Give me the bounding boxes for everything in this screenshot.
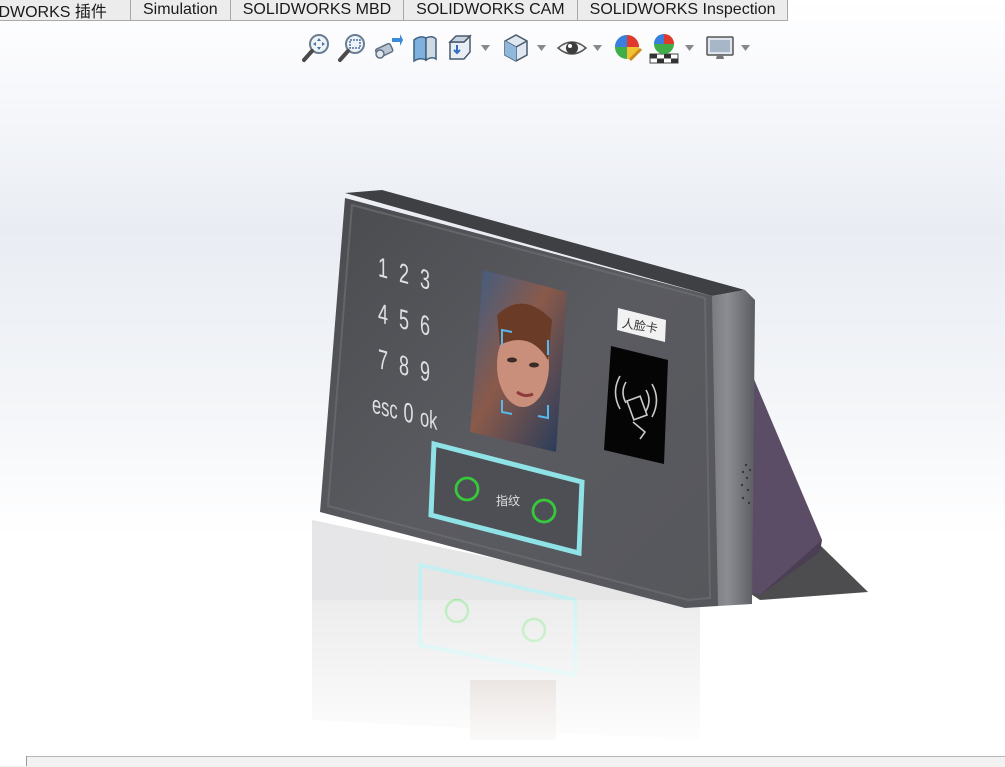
display-style-button[interactable] xyxy=(498,30,534,66)
tab-simulation[interactable]: Simulation xyxy=(131,0,231,21)
key-4[interactable]: 4 xyxy=(378,297,388,330)
hide-show-items-dropdown[interactable] xyxy=(590,30,604,66)
key-0[interactable]: 0 xyxy=(404,396,414,429)
key-2[interactable]: 2 xyxy=(399,257,409,290)
edit-appearance-button[interactable] xyxy=(610,30,646,66)
key-1[interactable]: 1 xyxy=(378,251,388,284)
heads-up-view-toolbar xyxy=(298,28,758,68)
model-render: 1 2 3 4 5 6 7 8 9 esc 0 ok 人脸卡 指纹 xyxy=(300,190,868,756)
display-style-icon xyxy=(504,34,528,62)
graphics-area[interactable]: 1 2 3 4 5 6 7 8 9 esc 0 ok 人脸卡 指纹 xyxy=(0,70,1005,756)
view-orientation-button[interactable] xyxy=(442,30,478,66)
bottom-status-bar xyxy=(0,756,1005,767)
zoom-to-fit-icon xyxy=(302,34,329,62)
key-5[interactable]: 5 xyxy=(399,303,409,336)
bottom-model-tab[interactable] xyxy=(0,756,27,766)
tab-addins[interactable]: IDWORKS 插件 xyxy=(0,0,131,21)
previous-view-button[interactable] xyxy=(370,30,406,66)
zoom-to-area-button[interactable] xyxy=(334,30,370,66)
view-settings-dropdown[interactable] xyxy=(738,30,752,66)
key-6[interactable]: 6 xyxy=(420,309,430,342)
chevron-down-icon xyxy=(592,45,602,51)
display-style-dropdown[interactable] xyxy=(534,30,548,66)
command-manager-tabs: IDWORKS 插件 Simulation SOLIDWORKS MBD SOL… xyxy=(0,0,789,22)
key-7[interactable]: 7 xyxy=(378,343,388,376)
chevron-down-icon xyxy=(740,45,750,51)
tab-solidworks-inspection[interactable]: SOLIDWORKS Inspection xyxy=(577,0,789,21)
tab-solidworks-cam[interactable]: SOLIDWORKS CAM xyxy=(404,0,578,21)
hide-show-items-button[interactable] xyxy=(554,30,590,66)
zoom-to-area-icon xyxy=(338,34,365,62)
key-3[interactable]: 3 xyxy=(420,263,430,296)
card-reader xyxy=(604,346,668,464)
key-8[interactable]: 8 xyxy=(399,349,409,382)
chevron-down-icon xyxy=(684,45,694,51)
key-9[interactable]: 9 xyxy=(420,355,430,388)
view-settings-button[interactable] xyxy=(702,30,738,66)
section-view-button[interactable] xyxy=(406,30,442,66)
chevron-down-icon xyxy=(536,45,546,51)
tab-solidworks-mbd[interactable]: SOLIDWORKS MBD xyxy=(230,0,405,21)
chevron-down-icon xyxy=(480,45,490,51)
apply-scene-button[interactable] xyxy=(646,30,682,66)
zoom-to-fit-button[interactable] xyxy=(298,30,334,66)
fingerprint-label: 指纹 xyxy=(496,493,520,508)
key-ok[interactable]: ok xyxy=(420,402,438,436)
face-screen xyxy=(470,270,567,452)
apply-scene-dropdown[interactable] xyxy=(682,30,696,66)
edit-appearance-icon xyxy=(615,35,643,62)
section-view-icon xyxy=(413,35,437,63)
view-orientation-dropdown[interactable] xyxy=(478,30,492,66)
apply-scene-icon xyxy=(649,34,679,64)
hide-show-items-icon xyxy=(556,41,588,55)
previous-view-icon xyxy=(374,34,403,59)
view-orientation-icon xyxy=(448,34,472,60)
view-settings-icon xyxy=(706,36,734,59)
